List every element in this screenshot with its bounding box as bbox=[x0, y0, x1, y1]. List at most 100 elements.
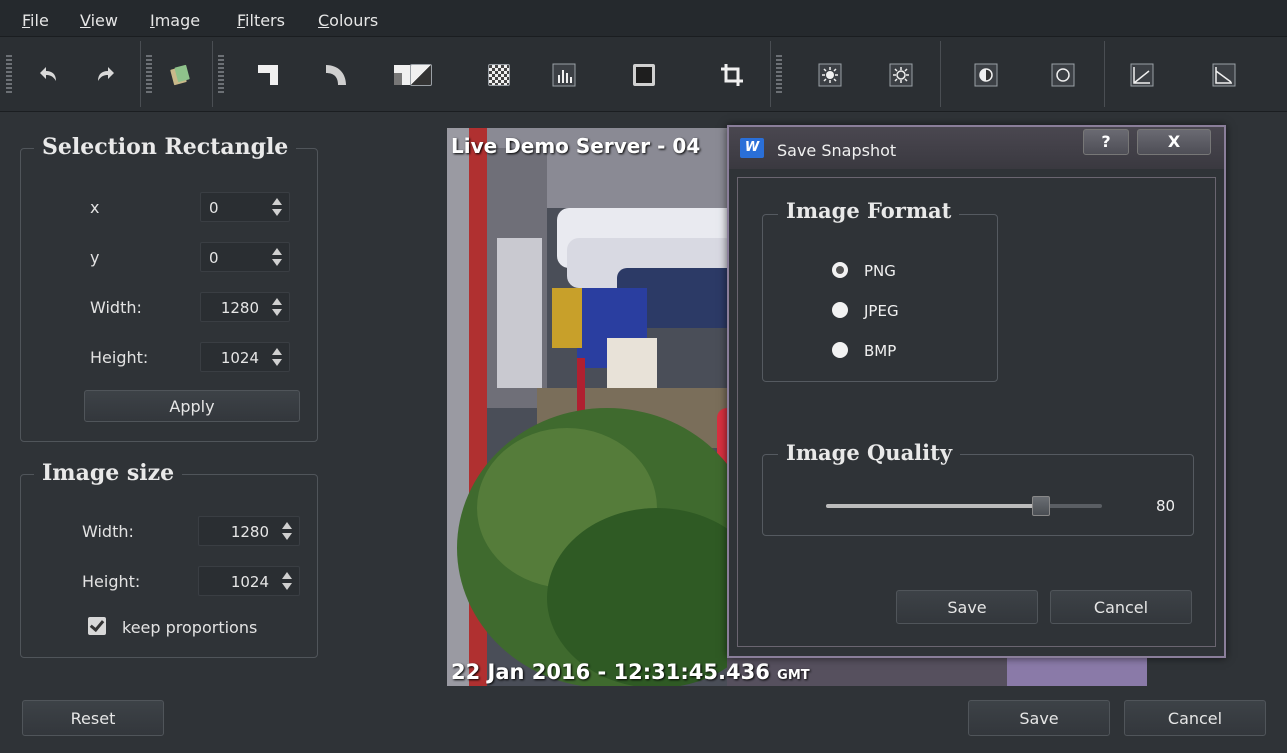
corner-icon bbox=[258, 65, 278, 85]
bmp-radio[interactable] bbox=[832, 342, 848, 358]
toolbar-grip[interactable] bbox=[776, 55, 782, 95]
slider-fill bbox=[826, 504, 1041, 508]
histogram-icon bbox=[552, 63, 576, 87]
png-radio[interactable] bbox=[832, 262, 848, 278]
x-spinbox[interactable]: 0 bbox=[200, 192, 290, 222]
y-spinbox[interactable]: 0 bbox=[200, 242, 290, 272]
frame-button[interactable] bbox=[626, 57, 662, 93]
image-height-label: Height: bbox=[82, 572, 141, 591]
selection-width-spinbox[interactable]: 1280 bbox=[200, 292, 290, 322]
image-format-title: Image Format bbox=[778, 198, 960, 223]
brightness-up-icon bbox=[818, 63, 842, 87]
menu-filters[interactable]: Filters bbox=[237, 11, 285, 30]
menu-bar: File View Image Filters Colours bbox=[0, 0, 1287, 37]
slider-handle[interactable] bbox=[1032, 496, 1050, 516]
gamma-down-icon bbox=[1212, 63, 1236, 87]
spin-arrows-icon[interactable] bbox=[269, 246, 285, 268]
toolbar-separator bbox=[140, 41, 141, 107]
crop-icon bbox=[721, 64, 743, 86]
menu-image[interactable]: Image bbox=[150, 11, 200, 30]
image-width-spinbox[interactable]: 1280 bbox=[198, 516, 300, 546]
y-value: 0 bbox=[209, 249, 219, 267]
paste-image-button[interactable] bbox=[162, 57, 198, 93]
contrast-icon bbox=[974, 63, 998, 87]
spin-arrows-icon[interactable] bbox=[269, 196, 285, 218]
paste-image-icon bbox=[170, 64, 190, 86]
image-width-value: 1280 bbox=[230, 523, 269, 541]
dialog-cancel-button[interactable]: Cancel bbox=[1050, 590, 1192, 624]
timezone-text: GMT bbox=[777, 668, 810, 683]
menu-file[interactable]: File bbox=[22, 11, 49, 30]
selection-width-label: Width: bbox=[90, 298, 142, 317]
checkerboard-icon bbox=[488, 64, 510, 86]
toolbar-grip[interactable] bbox=[146, 55, 152, 95]
circle-icon bbox=[1051, 63, 1075, 87]
undo-icon bbox=[40, 67, 56, 81]
toolbar-separator bbox=[1104, 41, 1105, 107]
toolbar bbox=[0, 37, 1287, 112]
histogram-button[interactable] bbox=[546, 57, 582, 93]
jpeg-radio[interactable] bbox=[832, 302, 848, 318]
circle-button[interactable] bbox=[1045, 57, 1081, 93]
selection-width-value: 1280 bbox=[220, 299, 259, 317]
dialog-save-button[interactable]: Save bbox=[896, 590, 1038, 624]
reset-button[interactable]: Reset bbox=[22, 700, 164, 736]
contrast-button[interactable] bbox=[968, 57, 1004, 93]
image-height-value: 1024 bbox=[230, 573, 269, 591]
dialog-content: Image Format PNG JPEG BMP Image Quality … bbox=[737, 177, 1216, 647]
redo-icon bbox=[98, 67, 114, 81]
redo-button[interactable] bbox=[88, 57, 124, 93]
apply-button[interactable]: Apply bbox=[84, 390, 300, 422]
curve-icon bbox=[326, 65, 346, 85]
close-button[interactable]: X bbox=[1137, 129, 1211, 155]
keep-proportions-checkbox[interactable] bbox=[88, 617, 106, 635]
quality-slider[interactable] bbox=[826, 496, 1102, 516]
toolbar-separator bbox=[940, 41, 941, 107]
bmp-label: BMP bbox=[864, 342, 897, 360]
dialog-titlebar[interactable]: W Save Snapshot ? X bbox=[729, 127, 1224, 169]
x-label: x bbox=[90, 198, 100, 217]
selection-height-spinbox[interactable]: 1024 bbox=[200, 342, 290, 372]
selection-rectangle-title: Selection Rectangle bbox=[34, 134, 297, 160]
image-quality-group bbox=[762, 454, 1194, 536]
invert-icon bbox=[410, 64, 432, 86]
invert-button[interactable] bbox=[403, 57, 439, 93]
cancel-button[interactable]: Cancel bbox=[1124, 700, 1266, 736]
curve-button[interactable] bbox=[318, 57, 354, 93]
menu-colours[interactable]: Colours bbox=[318, 11, 378, 30]
keep-proportions-label: keep proportions bbox=[122, 618, 258, 637]
frame-icon bbox=[633, 64, 655, 86]
video-header-text: Live Demo Server - 04 bbox=[451, 134, 701, 158]
image-height-spinbox[interactable]: 1024 bbox=[198, 566, 300, 596]
brightness-down-button[interactable] bbox=[883, 57, 919, 93]
image-size-title: Image size bbox=[34, 460, 183, 486]
save-button[interactable]: Save bbox=[968, 700, 1110, 736]
spin-arrows-icon[interactable] bbox=[279, 570, 295, 592]
gamma-up-icon bbox=[1130, 63, 1154, 87]
toolbar-separator bbox=[770, 41, 771, 107]
video-timestamp: 22 Jan 2016 - 12:31:45.436 GMT bbox=[451, 660, 810, 684]
gamma-up-button[interactable] bbox=[1124, 57, 1160, 93]
menu-view[interactable]: View bbox=[80, 11, 118, 30]
png-label: PNG bbox=[864, 262, 896, 280]
image-quality-title: Image Quality bbox=[778, 440, 961, 465]
brightness-up-button[interactable] bbox=[812, 57, 848, 93]
help-button[interactable]: ? bbox=[1083, 129, 1129, 155]
spin-arrows-icon[interactable] bbox=[269, 296, 285, 318]
toolbar-grip[interactable] bbox=[218, 55, 224, 95]
corner-button[interactable] bbox=[250, 57, 286, 93]
undo-button[interactable] bbox=[30, 57, 66, 93]
save-snapshot-dialog: W Save Snapshot ? X Image Format PNG JPE… bbox=[727, 125, 1226, 658]
image-width-label: Width: bbox=[82, 522, 134, 541]
selection-height-label: Height: bbox=[90, 348, 149, 367]
gamma-down-button[interactable] bbox=[1206, 57, 1242, 93]
toolbar-separator bbox=[212, 41, 213, 107]
app-logo-icon: W bbox=[740, 138, 764, 158]
spin-arrows-icon[interactable] bbox=[279, 520, 295, 542]
crop-button[interactable] bbox=[714, 57, 750, 93]
checkerboard-button[interactable] bbox=[481, 57, 517, 93]
dialog-title: Save Snapshot bbox=[777, 141, 897, 160]
spin-arrows-icon[interactable] bbox=[269, 346, 285, 368]
timestamp-text: 22 Jan 2016 - 12:31:45.436 bbox=[451, 660, 770, 684]
toolbar-grip[interactable] bbox=[6, 55, 12, 95]
